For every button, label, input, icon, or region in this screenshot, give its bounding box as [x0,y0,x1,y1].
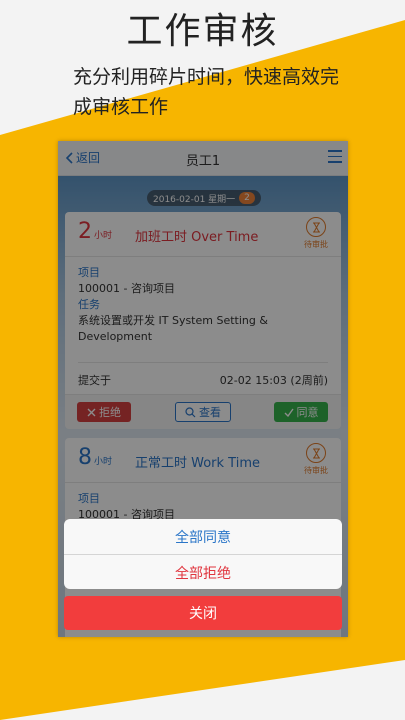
action-sheet: 全部同意 全部拒绝 [64,519,342,589]
phone-screen: 返回 员工1 2016-02-01 星期一 2 2 小时 加班工时 Over Ti… [58,141,348,637]
reject-all-button[interactable]: 全部拒绝 [64,555,342,589]
approve-all-button[interactable]: 全部同意 [64,519,342,555]
promo-subline: 充分利用碎片时间，快速高效完成审核工作 [73,66,340,118]
promo-headline: 工作审核 [126,11,279,52]
close-button[interactable]: 关闭 [64,596,342,630]
